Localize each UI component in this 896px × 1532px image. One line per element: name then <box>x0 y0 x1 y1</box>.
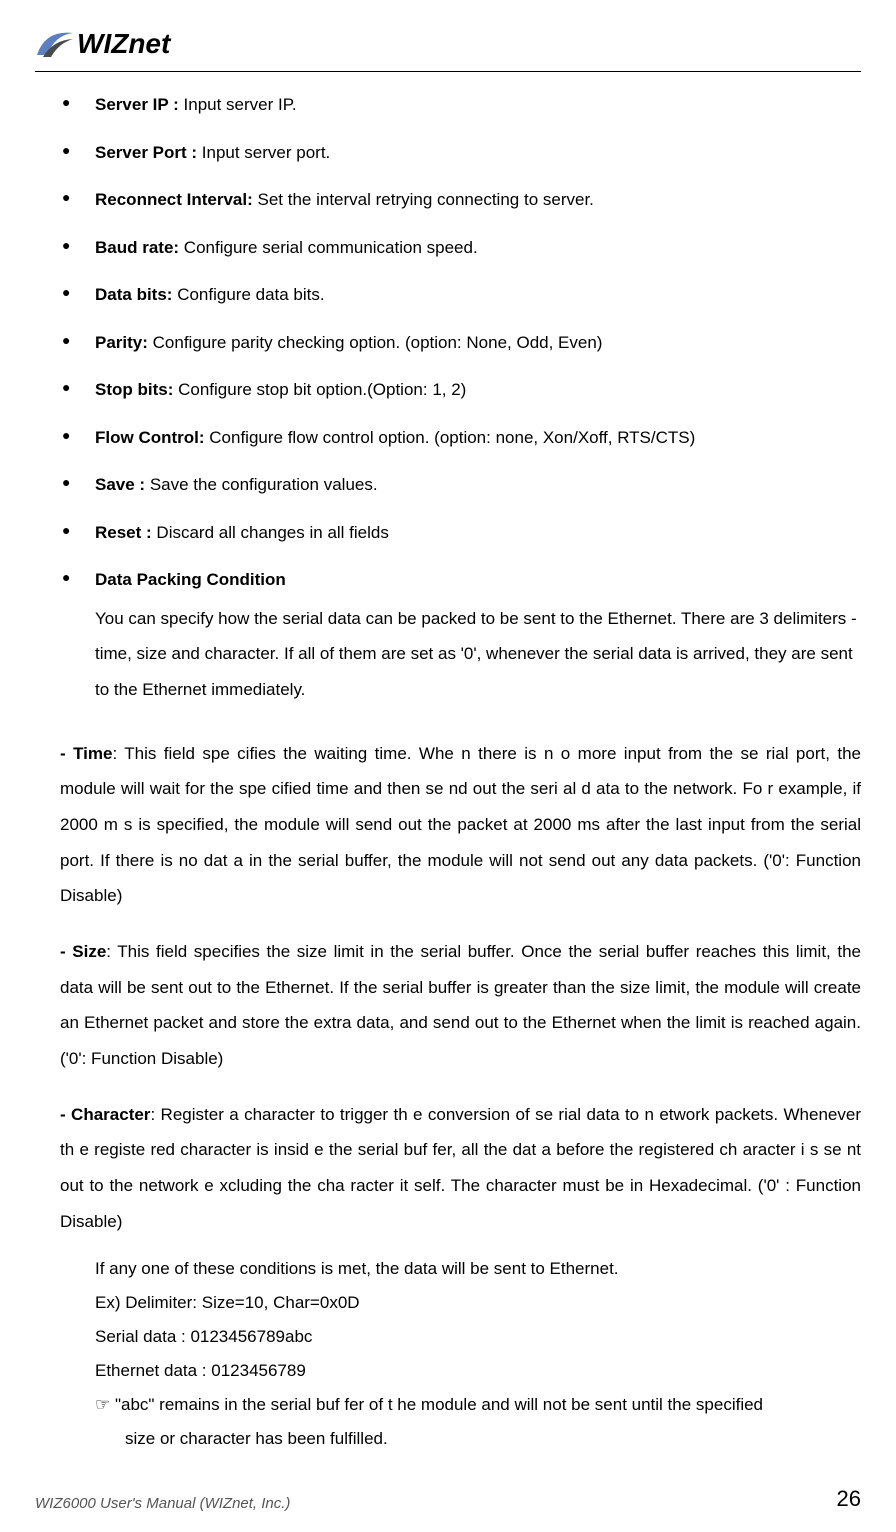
item-label: Save : <box>95 475 145 494</box>
footer-left: WIZ6000 User's Manual (WIZnet, Inc.) <box>35 1495 290 1512</box>
char-prefix: - Character <box>60 1105 150 1124</box>
item-label: Server Port : <box>95 143 197 162</box>
time-section: - Time: This field spe cifies the waitin… <box>60 736 861 914</box>
example-line: Serial data : 0123456789abc <box>95 1320 861 1354</box>
size-section: - Size: This field specifies the size li… <box>60 934 861 1077</box>
page-number: 26 <box>837 1486 861 1512</box>
list-item: Baud rate: Configure serial communicatio… <box>60 235 861 261</box>
list-item: Stop bits: Configure stop bit option.(Op… <box>60 377 861 403</box>
item-label: Stop bits: <box>95 380 173 399</box>
list-item: Server Port : Input server port. <box>60 140 861 166</box>
logo-text: WIZnet <box>77 28 170 60</box>
example-block: If any one of these conditions is met, t… <box>60 1252 861 1456</box>
item-label: Reconnect Interval: <box>95 190 253 209</box>
item-label: Reset : <box>95 523 152 542</box>
item-desc: Configure data bits. <box>172 285 324 304</box>
item-desc: Discard all changes in all fields <box>152 523 389 542</box>
size-text: : This field specifies the size limit in… <box>60 942 861 1068</box>
item-desc: Set the interval retrying connecting to … <box>253 190 594 209</box>
list-item: Parity: Configure parity checking option… <box>60 330 861 356</box>
item-label: Baud rate: <box>95 238 179 257</box>
list-item: Reconnect Interval: Set the interval ret… <box>60 187 861 213</box>
packing-desc: You can specify how the serial data can … <box>95 601 861 708</box>
example-note: ☞ "abc" remains in the serial buf fer of… <box>95 1388 861 1422</box>
list-item: Data bits: Configure data bits. <box>60 282 861 308</box>
item-label: Parity: <box>95 333 148 352</box>
example-line: If any one of these conditions is met, t… <box>95 1252 861 1286</box>
example-line: Ethernet data : 0123456789 <box>95 1354 861 1388</box>
item-desc: Configure serial communication speed. <box>179 238 478 257</box>
main-content: Server IP : Input server IP. Server Port… <box>35 92 861 1456</box>
item-label: Server IP : <box>95 95 179 114</box>
header-divider <box>35 71 861 72</box>
item-desc: Configure parity checking option. (optio… <box>148 333 603 352</box>
item-desc: Configure stop bit option.(Option: 1, 2) <box>173 380 466 399</box>
settings-list: Server IP : Input server IP. Server Port… <box>60 92 861 708</box>
size-prefix: - Size <box>60 942 106 961</box>
char-text: : Register a character to trigger th e c… <box>60 1105 861 1231</box>
logo-swoosh-icon <box>35 25 75 63</box>
example-note-cont: size or character has been fulfilled. <box>95 1422 861 1456</box>
example-line: Ex) Delimiter: Size=10, Char=0x0D <box>95 1286 861 1320</box>
page-footer: WIZ6000 User's Manual (WIZnet, Inc.) 26 <box>35 1486 861 1512</box>
list-item: Reset : Discard all changes in all field… <box>60 520 861 546</box>
item-label: Data bits: <box>95 285 172 304</box>
list-item: Server IP : Input server IP. <box>60 92 861 118</box>
list-item: Flow Control: Configure flow control opt… <box>60 425 861 451</box>
packing-label: Data Packing Condition <box>95 570 286 589</box>
item-desc: Save the configuration values. <box>145 475 377 494</box>
list-item-packing: Data Packing Condition You can specify h… <box>60 567 861 708</box>
list-item: Save : Save the configuration values. <box>60 472 861 498</box>
character-section: - Character: Register a character to tri… <box>60 1097 861 1240</box>
time-text: : This field spe cifies the waiting time… <box>60 744 861 906</box>
item-desc: Input server port. <box>197 143 330 162</box>
item-desc: Input server IP. <box>179 95 297 114</box>
item-label: Flow Control: <box>95 428 205 447</box>
time-prefix: - Time <box>60 744 112 763</box>
logo-area: WIZnet <box>35 25 861 63</box>
item-desc: Configure flow control option. (option: … <box>205 428 696 447</box>
